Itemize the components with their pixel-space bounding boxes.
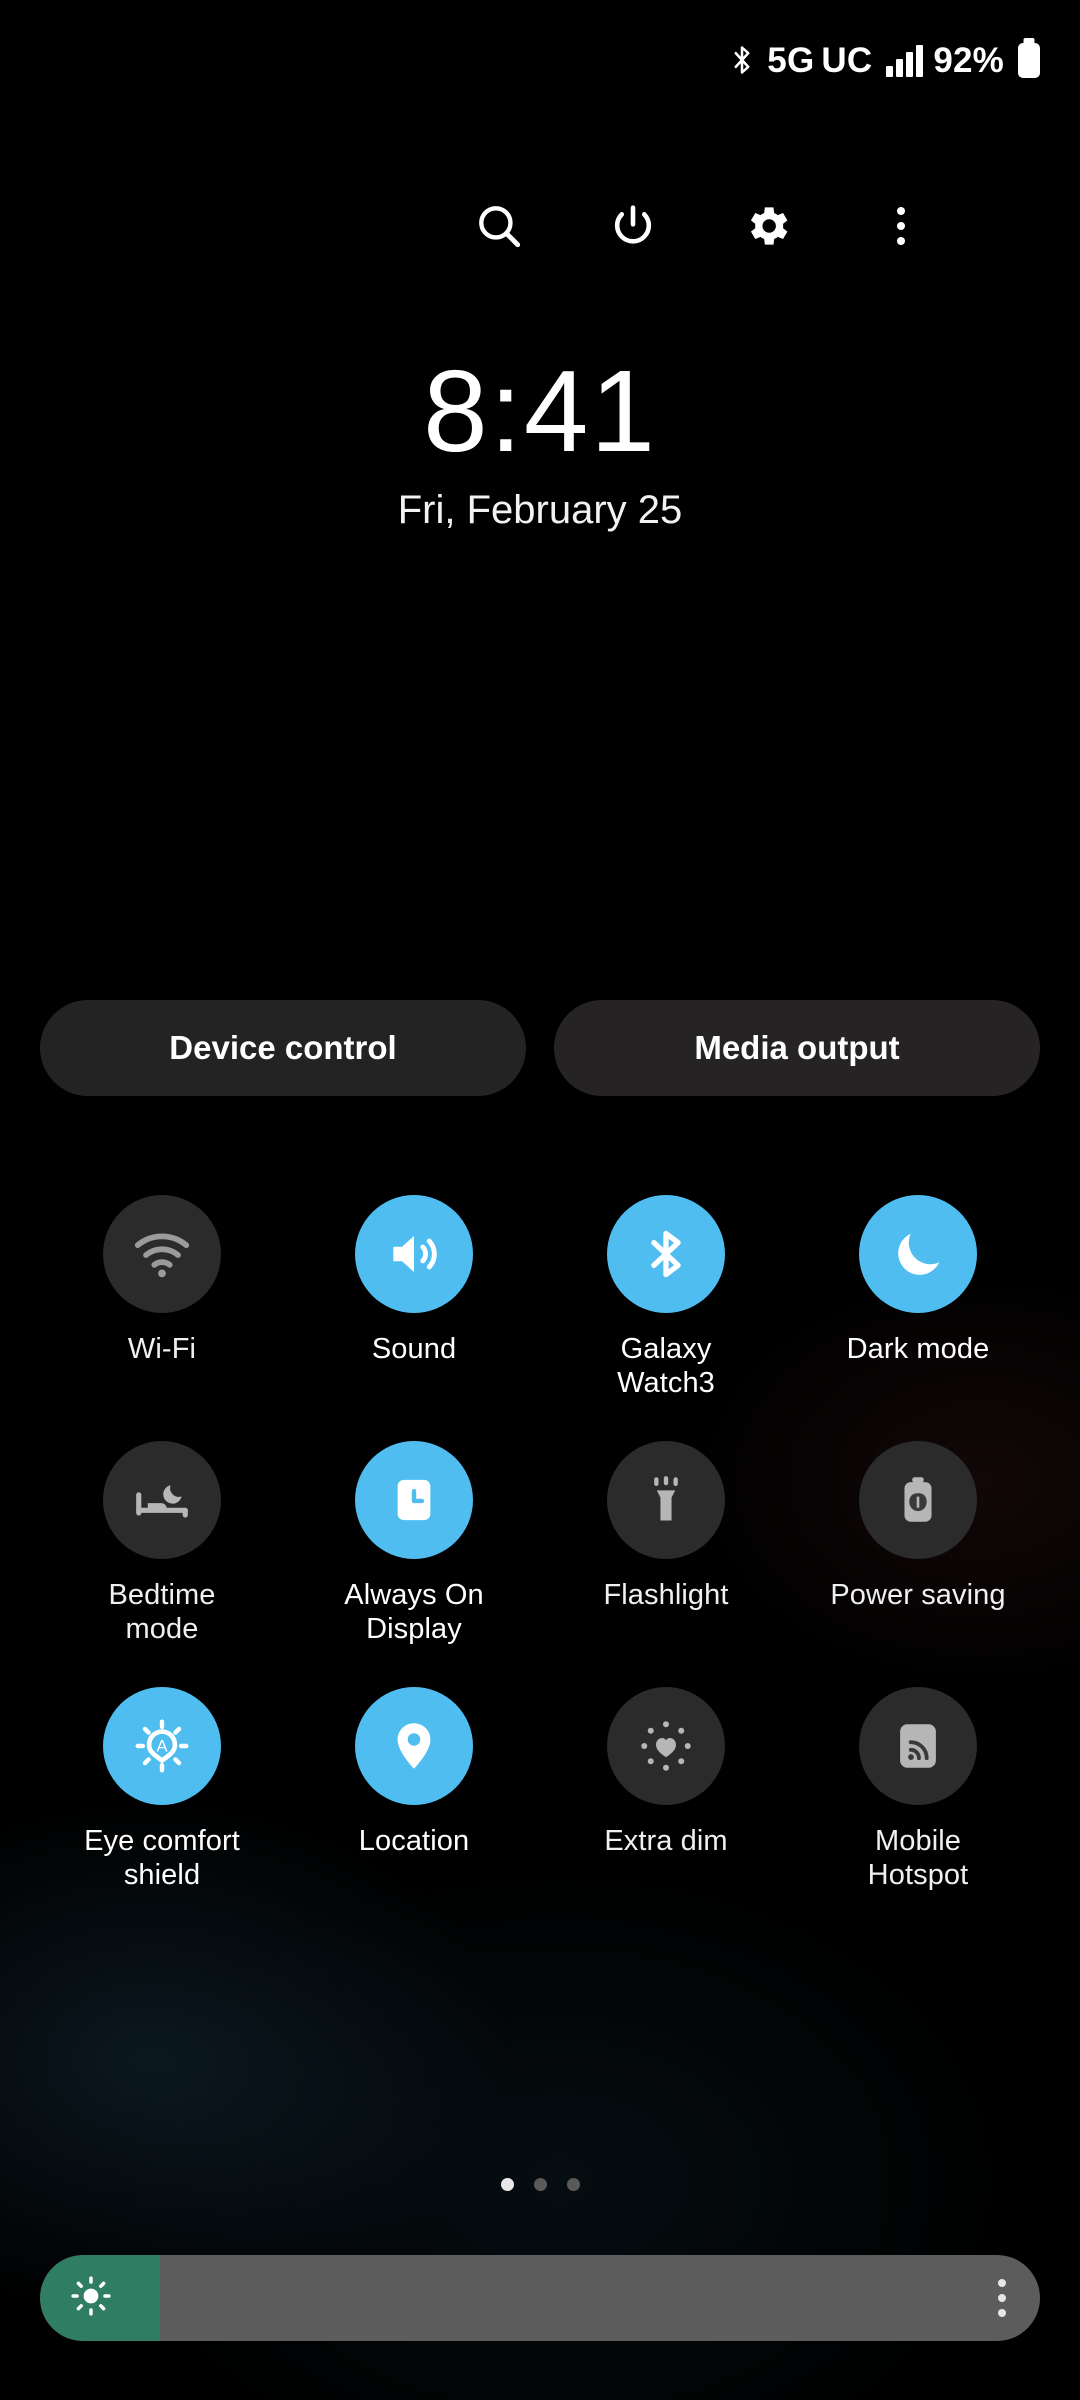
clock-date: Fri, February 25	[397, 488, 683, 533]
lockscreen-clock: 8:41 Fri, February 25	[0, 352, 1080, 533]
page-dot-2[interactable]	[533, 2178, 547, 2191]
quick-tile-galaxy-watch3[interactable]: Galaxy Watch3	[540, 1195, 792, 1401]
network-type-label: 5G	[767, 40, 815, 80]
clock-time: 8:41	[423, 346, 657, 476]
moon-icon	[859, 1195, 977, 1313]
quick-settings-grid: Wi-Fi Sound Galaxy Watch3 Dark mode Bedt…	[36, 1195, 1044, 1893]
quick-tile-power-saving[interactable]: Power saving	[792, 1440, 1044, 1647]
quick-tile-label: Power saving	[830, 1578, 1006, 1611]
quick-tile-label: Dark mode	[846, 1333, 990, 1365]
eye-comfort-icon: A	[103, 1686, 221, 1805]
quick-tile-bedtime-mode[interactable]: Bedtime mode	[36, 1440, 288, 1647]
quick-tile-sound[interactable]: Sound	[288, 1195, 540, 1401]
quick-tile-label: Location	[358, 1824, 470, 1857]
network-suffix-label: UC	[821, 40, 873, 80]
page-indicator	[0, 2178, 1080, 2191]
quick-actions-row: Device control Media output	[40, 1000, 1040, 1096]
bluetooth-icon	[607, 1195, 725, 1313]
location-pin-icon	[355, 1686, 473, 1805]
quick-tile-label: Always On Display	[344, 1578, 484, 1645]
quick-tile-wifi[interactable]: Wi-Fi	[36, 1195, 288, 1401]
quick-tile-label: Sound	[371, 1333, 457, 1365]
more-options-icon[interactable]	[873, 198, 929, 254]
page-dot-1[interactable]	[500, 2178, 514, 2191]
brightness-row	[40, 2255, 1040, 2341]
quick-tile-label: Galaxy Watch3	[617, 1333, 715, 1399]
battery-icon	[1018, 42, 1040, 78]
svg-text:A: A	[156, 1736, 167, 1755]
quick-tile-always-on-display[interactable]: Always On Display	[288, 1440, 540, 1647]
media-output-button[interactable]: Media output	[554, 1000, 1040, 1096]
quick-tile-mobile-hotspot[interactable]: Mobile Hotspot	[792, 1686, 1044, 1893]
quick-tile-flashlight[interactable]: Flashlight	[540, 1440, 792, 1647]
quick-tile-location[interactable]: Location	[288, 1686, 540, 1893]
clock-square-icon	[355, 1440, 473, 1559]
brightness-more-options-icon[interactable]	[998, 2279, 1006, 2317]
battery-leaf-icon	[859, 1440, 977, 1559]
search-icon[interactable]	[471, 198, 527, 254]
signal-bars-icon	[886, 43, 924, 77]
quick-tile-label: Flashlight	[603, 1578, 729, 1611]
page-dot-3[interactable]	[566, 2178, 580, 2191]
bed-moon-icon	[103, 1440, 221, 1559]
quick-tile-label: Mobile Hotspot	[867, 1824, 969, 1891]
brightness-slider[interactable]	[40, 2255, 1040, 2341]
quick-tile-label: Bedtime mode	[108, 1578, 216, 1645]
quick-tile-eye-comfort-shield[interactable]: A Eye comfort shield	[36, 1686, 288, 1893]
quick-tile-dark-mode[interactable]: Dark mode	[792, 1195, 1044, 1401]
status-bar: 5G UC 92%	[0, 0, 1080, 120]
extra-dim-icon	[607, 1686, 725, 1805]
brightness-sun-icon	[70, 2275, 112, 2322]
flashlight-icon	[607, 1440, 725, 1559]
quick-tile-extra-dim[interactable]: Extra dim	[540, 1686, 792, 1893]
header-actions	[0, 186, 1080, 266]
quick-tile-label: Extra dim	[604, 1824, 728, 1857]
battery-percent-label: 92%	[933, 40, 1004, 80]
hotspot-icon	[859, 1686, 977, 1805]
sound-icon	[355, 1195, 473, 1313]
settings-icon[interactable]	[739, 198, 795, 254]
power-icon[interactable]	[605, 198, 661, 254]
device-control-button[interactable]: Device control	[40, 1000, 526, 1096]
wifi-icon	[103, 1195, 221, 1313]
quick-tile-label: Eye comfort shield	[84, 1824, 240, 1891]
quick-tile-label: Wi-Fi	[127, 1333, 197, 1365]
bluetooth-icon	[727, 40, 757, 80]
